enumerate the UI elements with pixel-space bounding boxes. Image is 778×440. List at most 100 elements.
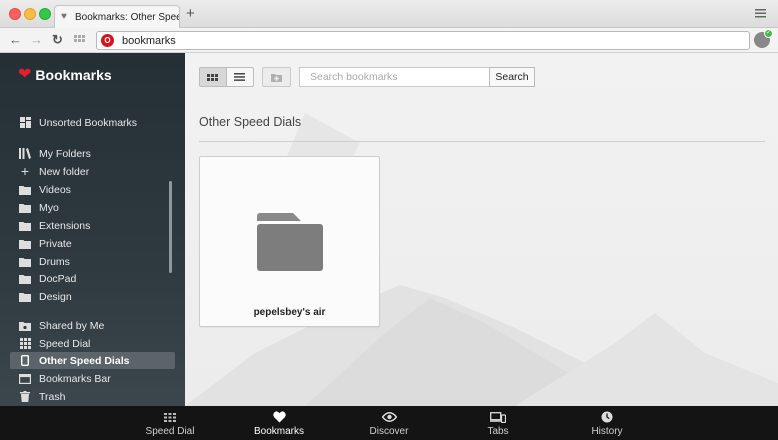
- sidebar-item-private[interactable]: Private: [10, 235, 175, 252]
- forward-arrow-icon[interactable]: →: [30, 32, 43, 48]
- bottom-tab-speed-dial[interactable]: Speed Dial: [135, 410, 205, 437]
- sidebar-item-label: Bookmarks Bar: [39, 372, 111, 385]
- page-title: Other Speed Dials: [199, 115, 302, 129]
- bottom-tab-label: Tabs: [487, 426, 509, 437]
- browser-toolbar: ← → ↻ O bookmarks ✓: [0, 28, 778, 53]
- folder-icon: [19, 273, 31, 284]
- search-button[interactable]: Search: [489, 67, 535, 87]
- bottom-tab-tabs[interactable]: Tabs: [463, 410, 533, 437]
- bottom-tab-discover[interactable]: Discover: [354, 410, 424, 437]
- main-content: Search Other Speed Dials pepelsbey's air: [185, 53, 778, 406]
- sidebar: ❤ Bookmarks Unsorted Bookmarks My Folder…: [0, 53, 185, 406]
- profile-avatar[interactable]: ✓: [754, 29, 773, 48]
- list-view-button[interactable]: [227, 68, 253, 86]
- sidebar-item-new-folder[interactable]: + New folder: [10, 163, 175, 180]
- new-tab-button[interactable]: +: [186, 6, 195, 21]
- bottom-tab-history[interactable]: History: [572, 410, 642, 437]
- sidebar-item-drums[interactable]: Drums: [10, 253, 175, 270]
- clock-icon: [601, 410, 613, 424]
- bottom-tab-label: History: [591, 426, 623, 437]
- sidebar-item-label: Unsorted Bookmarks: [39, 116, 138, 129]
- sidebar-item-bookmarks-bar[interactable]: Bookmarks Bar: [10, 370, 175, 387]
- shared-folder-icon: [19, 320, 31, 331]
- grid-icon: [207, 73, 219, 81]
- grid-view-button[interactable]: [200, 68, 227, 86]
- speed-dial-icon: [164, 410, 176, 424]
- sidebar-item-my-folders[interactable]: My Folders: [10, 145, 175, 162]
- sync-check-icon: ✓: [764, 29, 773, 38]
- folder-icon: [19, 256, 31, 267]
- folder-icon: [257, 213, 323, 271]
- zoom-window-button[interactable]: [39, 8, 51, 20]
- folder-icon: [19, 291, 31, 302]
- view-toggle: [199, 67, 254, 87]
- sidebar-item-trash[interactable]: Trash: [10, 388, 175, 405]
- sidebar-item-label: Design: [39, 290, 72, 303]
- sidebar-item-label: DocPad: [39, 272, 77, 285]
- bottom-tab-label: Discover: [369, 426, 409, 437]
- sidebar-item-docpad[interactable]: DocPad: [10, 270, 175, 287]
- reload-icon[interactable]: ↻: [52, 32, 63, 48]
- sidebar-item-speed-dial[interactable]: Speed Dial: [10, 335, 175, 352]
- new-folder-button[interactable]: [262, 67, 291, 87]
- menu-icon[interactable]: [755, 9, 766, 18]
- close-window-button[interactable]: [9, 8, 21, 20]
- heart-icon: ♥: [61, 11, 67, 22]
- sidebar-item-label: Private: [39, 237, 72, 250]
- heart-icon: ❤: [18, 66, 32, 83]
- sidebar-title: Bookmarks: [35, 67, 112, 83]
- bookmarks-bar-icon: [19, 373, 31, 384]
- search-input[interactable]: [299, 67, 490, 87]
- eye-icon: [381, 410, 397, 424]
- sidebar-item-myo[interactable]: Myo: [10, 199, 175, 216]
- bottom-tab-label: Speed Dial: [145, 426, 195, 437]
- sidebar-item-label: Trash: [39, 390, 66, 403]
- card-label: pepelsbey's air: [253, 307, 326, 318]
- heart-icon: [272, 410, 286, 424]
- address-bar[interactable]: O bookmarks: [96, 31, 750, 50]
- sidebar-item-other-speed-dials[interactable]: Other Speed Dials: [10, 352, 175, 369]
- unsorted-icon: [19, 117, 31, 128]
- bottom-tab-label: Bookmarks: [253, 426, 304, 437]
- device-icon: [19, 355, 31, 366]
- plus-icon: +: [20, 163, 30, 179]
- sidebar-item-label: Myo: [39, 201, 59, 214]
- tab-title: Bookmarks: Other Speed Dials: [75, 11, 179, 23]
- sidebar-item-label: Other Speed Dials: [39, 354, 130, 367]
- sidebar-item-label: My Folders: [39, 147, 91, 160]
- sidebar-item-extensions[interactable]: Extensions: [10, 217, 175, 234]
- sidebar-item-label: Drums: [39, 255, 70, 268]
- folder-icon: [19, 220, 31, 231]
- address-text: bookmarks: [122, 34, 176, 47]
- folder-icon: [19, 202, 31, 213]
- folder-icon: [19, 184, 31, 195]
- opera-logo-icon: O: [101, 34, 114, 47]
- books-icon: [19, 148, 31, 159]
- sidebar-item-shared-by-me[interactable]: Shared by Me: [10, 317, 175, 334]
- sidebar-item-videos[interactable]: Videos: [10, 181, 175, 198]
- sidebar-item-design[interactable]: Design: [10, 288, 175, 305]
- speed-dial-grid-icon[interactable]: [74, 35, 85, 46]
- trash-icon: [19, 391, 31, 402]
- sidebar-brand: ❤ Bookmarks: [18, 66, 112, 84]
- sidebar-item-label: New folder: [39, 165, 90, 178]
- browser-tab[interactable]: ♥ Bookmarks: Other Speed Dials: [54, 5, 180, 28]
- bottom-bar: Speed Dial Bookmarks Discover Tabs Histo…: [0, 406, 778, 440]
- bottom-tab-bookmarks[interactable]: Bookmarks: [244, 410, 314, 437]
- title-divider: [199, 141, 765, 142]
- sidebar-item-label: Shared by Me: [39, 319, 105, 332]
- back-arrow-icon[interactable]: ←: [9, 32, 22, 48]
- list-icon: [234, 73, 246, 81]
- sidebar-item-label: Videos: [39, 183, 71, 196]
- sidebar-item-label: Extensions: [39, 219, 91, 232]
- folder-icon: [19, 238, 31, 249]
- minimize-window-button[interactable]: [24, 8, 36, 20]
- speed-dial-icon: [19, 338, 31, 349]
- window-titlebar: ♥ Bookmarks: Other Speed Dials +: [0, 0, 778, 28]
- sidebar-scrollbar[interactable]: [169, 181, 172, 273]
- speed-dial-card[interactable]: pepelsbey's air: [199, 156, 380, 327]
- sidebar-item-unsorted-bookmarks[interactable]: Unsorted Bookmarks: [10, 114, 175, 131]
- sidebar-item-label: Speed Dial: [39, 337, 91, 350]
- tabs-icon: [490, 410, 506, 424]
- folder-plus-icon: [271, 73, 282, 82]
